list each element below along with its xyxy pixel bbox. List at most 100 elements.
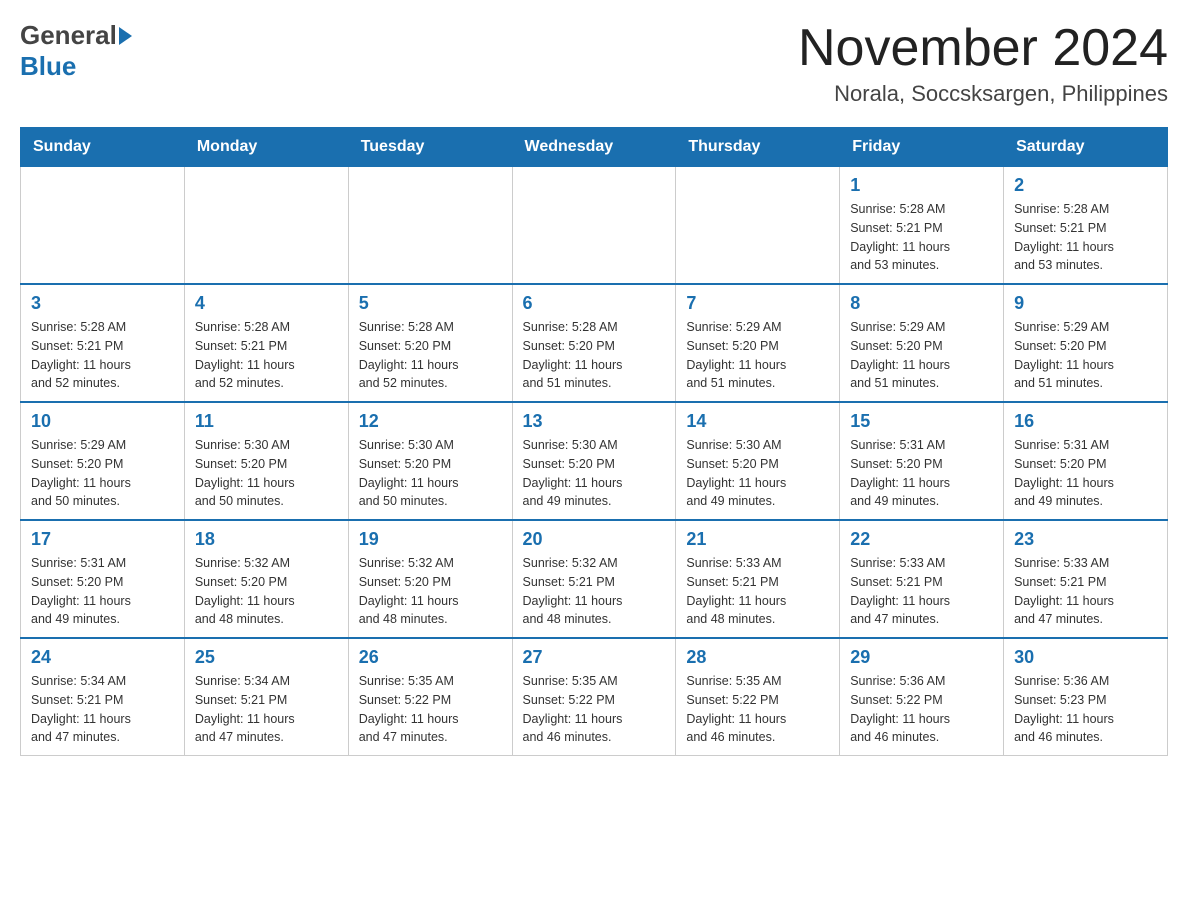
day-number: 27 — [523, 647, 666, 668]
calendar-week-row: 3 Sunrise: 5:28 AMSunset: 5:21 PMDaylight… — [21, 284, 1168, 402]
day-number: 28 — [686, 647, 829, 668]
day-info: Sunrise: 5:29 AMSunset: 5:20 PMDaylight:… — [31, 436, 174, 511]
day-info: Sunrise: 5:32 AMSunset: 5:20 PMDaylight:… — [359, 554, 502, 629]
col-header-wednesday: Wednesday — [512, 128, 676, 167]
day-number: 9 — [1014, 293, 1157, 314]
day-number: 25 — [195, 647, 338, 668]
day-info: Sunrise: 5:28 AMSunset: 5:21 PMDaylight:… — [195, 318, 338, 393]
calendar-day-cell: 25 Sunrise: 5:34 AMSunset: 5:21 PMDayligh… — [184, 638, 348, 756]
day-info: Sunrise: 5:36 AMSunset: 5:22 PMDaylight:… — [850, 672, 993, 747]
logo-arrow-icon — [119, 27, 132, 45]
day-info: Sunrise: 5:30 AMSunset: 5:20 PMDaylight:… — [523, 436, 666, 511]
calendar-day-cell: 16 Sunrise: 5:31 AMSunset: 5:20 PMDayligh… — [1004, 402, 1168, 520]
day-info: Sunrise: 5:34 AMSunset: 5:21 PMDaylight:… — [195, 672, 338, 747]
day-number: 21 — [686, 529, 829, 550]
day-info: Sunrise: 5:33 AMSunset: 5:21 PMDaylight:… — [1014, 554, 1157, 629]
day-info: Sunrise: 5:29 AMSunset: 5:20 PMDaylight:… — [686, 318, 829, 393]
day-info: Sunrise: 5:33 AMSunset: 5:21 PMDaylight:… — [686, 554, 829, 629]
calendar-day-cell: 24Sunrise: 5:34 AMSunset: 5:21 PMDayligh… — [21, 638, 185, 756]
calendar-day-cell: 15 Sunrise: 5:31 AMSunset: 5:20 PMDayligh… — [840, 402, 1004, 520]
title-area: November 2024 Norala, Soccsksargen, Phil… — [798, 20, 1168, 107]
day-number: 4 — [195, 293, 338, 314]
day-number: 6 — [523, 293, 666, 314]
calendar-day-cell — [184, 167, 348, 285]
day-info: Sunrise: 5:28 AMSunset: 5:21 PMDaylight:… — [1014, 200, 1157, 275]
day-number: 19 — [359, 529, 502, 550]
calendar-day-cell: 13 Sunrise: 5:30 AMSunset: 5:20 PMDayligh… — [512, 402, 676, 520]
day-number: 15 — [850, 411, 993, 432]
calendar-day-cell: 7 Sunrise: 5:29 AMSunset: 5:20 PMDaylight… — [676, 284, 840, 402]
day-number: 12 — [359, 411, 502, 432]
calendar-week-row: 1Sunrise: 5:28 AMSunset: 5:21 PMDaylight… — [21, 167, 1168, 285]
day-number: 18 — [195, 529, 338, 550]
day-number: 13 — [523, 411, 666, 432]
day-number: 17 — [31, 529, 174, 550]
day-info: Sunrise: 5:30 AMSunset: 5:20 PMDaylight:… — [686, 436, 829, 511]
calendar-week-row: 17Sunrise: 5:31 AMSunset: 5:20 PMDayligh… — [21, 520, 1168, 638]
calendar-day-cell: 4 Sunrise: 5:28 AMSunset: 5:21 PMDaylight… — [184, 284, 348, 402]
logo: General Blue — [20, 20, 132, 82]
calendar-day-cell: 6 Sunrise: 5:28 AMSunset: 5:20 PMDaylight… — [512, 284, 676, 402]
day-number: 29 — [850, 647, 993, 668]
day-number: 14 — [686, 411, 829, 432]
day-info: Sunrise: 5:35 AMSunset: 5:22 PMDaylight:… — [523, 672, 666, 747]
calendar-day-cell: 8 Sunrise: 5:29 AMSunset: 5:20 PMDaylight… — [840, 284, 1004, 402]
day-number: 5 — [359, 293, 502, 314]
logo-blue-text: Blue — [20, 51, 76, 81]
day-info: Sunrise: 5:31 AMSunset: 5:20 PMDaylight:… — [850, 436, 993, 511]
day-info: Sunrise: 5:30 AMSunset: 5:20 PMDaylight:… — [195, 436, 338, 511]
calendar-day-cell: 12Sunrise: 5:30 AMSunset: 5:20 PMDayligh… — [348, 402, 512, 520]
calendar-day-cell — [512, 167, 676, 285]
day-number: 23 — [1014, 529, 1157, 550]
month-title: November 2024 — [798, 20, 1168, 77]
day-info: Sunrise: 5:36 AMSunset: 5:23 PMDaylight:… — [1014, 672, 1157, 747]
calendar-week-row: 24Sunrise: 5:34 AMSunset: 5:21 PMDayligh… — [21, 638, 1168, 756]
calendar-week-row: 10 Sunrise: 5:29 AMSunset: 5:20 PMDayligh… — [21, 402, 1168, 520]
calendar-day-cell: 9Sunrise: 5:29 AMSunset: 5:20 PMDaylight… — [1004, 284, 1168, 402]
day-info: Sunrise: 5:33 AMSunset: 5:21 PMDaylight:… — [850, 554, 993, 629]
calendar-day-cell: 20 Sunrise: 5:32 AMSunset: 5:21 PMDayligh… — [512, 520, 676, 638]
day-number: 26 — [359, 647, 502, 668]
calendar-day-cell: 28Sunrise: 5:35 AMSunset: 5:22 PMDayligh… — [676, 638, 840, 756]
calendar-day-cell: 2Sunrise: 5:28 AMSunset: 5:21 PMDaylight… — [1004, 167, 1168, 285]
day-number: 16 — [1014, 411, 1157, 432]
calendar-day-cell — [676, 167, 840, 285]
col-header-saturday: Saturday — [1004, 128, 1168, 167]
day-info: Sunrise: 5:35 AMSunset: 5:22 PMDaylight:… — [359, 672, 502, 747]
day-number: 7 — [686, 293, 829, 314]
calendar-day-cell: 18 Sunrise: 5:32 AMSunset: 5:20 PMDayligh… — [184, 520, 348, 638]
col-header-tuesday: Tuesday — [348, 128, 512, 167]
day-info: Sunrise: 5:32 AMSunset: 5:20 PMDaylight:… — [195, 554, 338, 629]
calendar-day-cell — [348, 167, 512, 285]
calendar-day-cell: 19 Sunrise: 5:32 AMSunset: 5:20 PMDayligh… — [348, 520, 512, 638]
calendar-day-cell: 22 Sunrise: 5:33 AMSunset: 5:21 PMDayligh… — [840, 520, 1004, 638]
calendar-day-cell: 10 Sunrise: 5:29 AMSunset: 5:20 PMDayligh… — [21, 402, 185, 520]
day-number: 10 — [31, 411, 174, 432]
day-number: 11 — [195, 411, 338, 432]
day-number: 30 — [1014, 647, 1157, 668]
calendar-table: SundayMondayTuesdayWednesdayThursdayFrid… — [20, 127, 1168, 756]
day-number: 3 — [31, 293, 174, 314]
calendar-day-cell: 27 Sunrise: 5:35 AMSunset: 5:22 PMDayligh… — [512, 638, 676, 756]
day-info: Sunrise: 5:32 AMSunset: 5:21 PMDaylight:… — [523, 554, 666, 629]
logo-general-text: General — [20, 20, 117, 51]
day-number: 20 — [523, 529, 666, 550]
day-number: 22 — [850, 529, 993, 550]
day-info: Sunrise: 5:28 AMSunset: 5:21 PMDaylight:… — [850, 200, 993, 275]
day-info: Sunrise: 5:34 AMSunset: 5:21 PMDaylight:… — [31, 672, 174, 747]
day-info: Sunrise: 5:31 AMSunset: 5:20 PMDaylight:… — [1014, 436, 1157, 511]
day-info: Sunrise: 5:28 AMSunset: 5:20 PMDaylight:… — [523, 318, 666, 393]
calendar-day-cell: 14 Sunrise: 5:30 AMSunset: 5:20 PMDayligh… — [676, 402, 840, 520]
calendar-day-cell: 1Sunrise: 5:28 AMSunset: 5:21 PMDaylight… — [840, 167, 1004, 285]
day-info: Sunrise: 5:29 AMSunset: 5:20 PMDaylight:… — [850, 318, 993, 393]
calendar-day-cell: 5 Sunrise: 5:28 AMSunset: 5:20 PMDaylight… — [348, 284, 512, 402]
calendar-day-cell: 11 Sunrise: 5:30 AMSunset: 5:20 PMDayligh… — [184, 402, 348, 520]
col-header-sunday: Sunday — [21, 128, 185, 167]
day-info: Sunrise: 5:28 AMSunset: 5:20 PMDaylight:… — [359, 318, 502, 393]
calendar-day-cell: 3 Sunrise: 5:28 AMSunset: 5:21 PMDaylight… — [21, 284, 185, 402]
col-header-friday: Friday — [840, 128, 1004, 167]
calendar-day-cell: 29 Sunrise: 5:36 AMSunset: 5:22 PMDayligh… — [840, 638, 1004, 756]
calendar-day-cell: 21 Sunrise: 5:33 AMSunset: 5:21 PMDayligh… — [676, 520, 840, 638]
day-info: Sunrise: 5:28 AMSunset: 5:21 PMDaylight:… — [31, 318, 174, 393]
day-number: 8 — [850, 293, 993, 314]
